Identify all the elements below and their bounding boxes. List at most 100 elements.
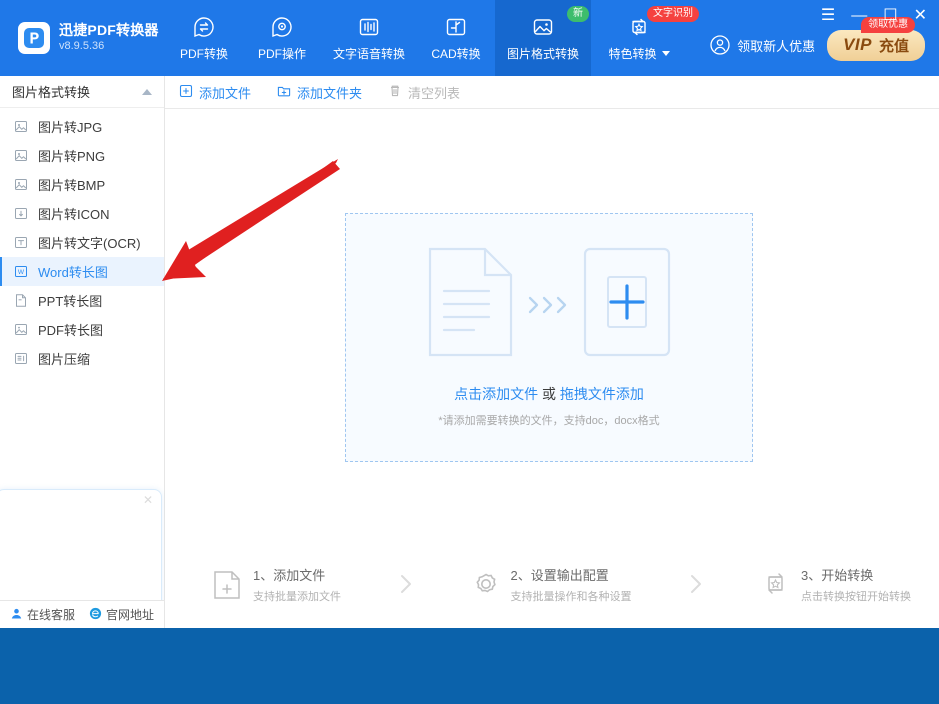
- step-separator: [341, 569, 471, 599]
- trash-icon: [388, 84, 402, 101]
- chevrons-right-icon: [525, 292, 571, 318]
- sidebar-item-label: 图片转BMP: [38, 178, 106, 193]
- user-circle-icon: [709, 34, 731, 56]
- add-folder-label: 添加文件夹: [297, 85, 363, 101]
- sidebar-item-label: PDF转长图: [38, 323, 104, 338]
- close-icon[interactable]: ✕: [914, 8, 927, 24]
- headset-user-icon: [10, 607, 23, 623]
- sidebar-promo-card[interactable]: ✕: [0, 489, 162, 612]
- sidebar-item-label: 图片转PNG: [38, 149, 106, 164]
- chevron-up-icon[interactable]: [142, 88, 152, 95]
- step-subtitle: 支持批量添加文件: [253, 590, 341, 603]
- brand-version: v8.9.5.36: [59, 39, 105, 52]
- sidebar-group-title: 图片格式转换: [12, 85, 91, 100]
- new-user-promo-button[interactable]: 领取新人优惠: [709, 34, 815, 56]
- vip-recharge-button[interactable]: VIP 充值: [827, 29, 925, 61]
- sidebar-item-label: 图片转ICON: [38, 207, 110, 222]
- clear-list-label: 清空列表: [408, 85, 461, 101]
- nav-label: CAD转换: [431, 47, 481, 61]
- nav-item-special-convert[interactable]: 文字识别 特色转换: [591, 0, 699, 76]
- convert-star-step-icon: [761, 570, 789, 598]
- clear-list-button[interactable]: 清空列表: [388, 83, 460, 102]
- plus-box-icon: [583, 247, 671, 362]
- app-body: 图片格式转换 图片转JPG 图片转PNG 图片转BMP 图片转ICON 图片转文…: [0, 76, 939, 628]
- gear-step-icon: [471, 570, 499, 598]
- nav-label: PDF转换: [179, 47, 228, 61]
- close-icon[interactable]: ✕: [143, 494, 153, 506]
- vip-word: VIP: [843, 35, 872, 54]
- sidebar-item-word-to-long-image[interactable]: W Word转长图: [0, 257, 164, 286]
- nav-label: PDF操作: [257, 47, 306, 61]
- browser-e-icon: [89, 607, 102, 623]
- application-window: 迅捷PDF转换器 v8.9.5.36 PDF转换 PDF操作 文字语音转换 CA…: [0, 0, 939, 628]
- sidebar-item-image-to-bmp[interactable]: 图片转BMP: [0, 170, 164, 199]
- waveform-icon: [356, 14, 382, 40]
- image-to-bmp-icon: [14, 177, 29, 192]
- official-website-label: 官网地址: [106, 608, 155, 622]
- chevron-down-icon: [661, 51, 670, 56]
- vip-recharge-label: 充值: [878, 37, 909, 55]
- compress-icon: [14, 351, 29, 366]
- picture-icon: [530, 14, 556, 40]
- p-logo-icon: [18, 22, 50, 54]
- step-title: 2、设置输出配置: [510, 567, 609, 583]
- add-file-step-icon: [213, 570, 241, 599]
- step-title: 3、开始转换: [801, 567, 874, 583]
- sidebar-item-label: 图片转文字(OCR): [38, 236, 141, 251]
- sidebar-item-image-to-text-ocr[interactable]: 图片转文字(OCR): [0, 228, 164, 257]
- main-nav: PDF转换 PDF操作 文字语音转换 CAD转换 新 图片格式转换 文字识别 特…: [165, 0, 699, 76]
- nav-label: 文字语音转换: [332, 47, 405, 61]
- dropzone-graphic: [428, 247, 671, 362]
- nav-item-image-format-convert[interactable]: 新 图片格式转换: [495, 0, 591, 76]
- ppt-doc-icon: [14, 293, 29, 308]
- pdf-image-icon: [14, 322, 29, 337]
- online-service-link[interactable]: 在线客服: [10, 606, 75, 623]
- dropzone-area: 点击添加文件 或 拖拽文件添加 *请添加需要转换的文件，支持doc，docx格式: [165, 109, 939, 540]
- sidebar-item-pdf-to-long-image[interactable]: PDF转长图: [0, 315, 164, 344]
- nav-label: 特色转换: [608, 45, 670, 62]
- sidebar-item-image-to-icon[interactable]: 图片转ICON: [0, 199, 164, 228]
- file-dropzone[interactable]: 点击添加文件 或 拖拽文件添加 *请添加需要转换的文件，支持doc，docx格式: [345, 213, 753, 462]
- dropzone-main-text: 点击添加文件 或 拖拽文件添加: [454, 384, 644, 404]
- sidebar-item-label: 图片转JPG: [38, 120, 103, 135]
- steps-bar: 1、添加文件 支持批量添加文件 2、设置输出配置 支持批量操作和各种设置 3、开…: [165, 540, 939, 628]
- maximize-icon[interactable]: ☐: [883, 8, 897, 24]
- nav-item-text-speech[interactable]: 文字语音转换: [321, 0, 417, 76]
- desktop-background: [0, 628, 939, 704]
- sidebar-item-ppt-to-long-image[interactable]: PPT转长图: [0, 286, 164, 315]
- nav-item-pdf-operate[interactable]: PDF操作: [243, 0, 321, 76]
- image-to-icon-icon: [14, 206, 29, 221]
- sidebar-item-image-to-jpg[interactable]: 图片转JPG: [0, 112, 164, 141]
- nav-label: 图片格式转换: [506, 47, 579, 61]
- convert-arrows-icon: [191, 14, 217, 40]
- sidebar-item-image-to-png[interactable]: 图片转PNG: [0, 141, 164, 170]
- cad-axis-icon: [443, 14, 469, 40]
- nav-item-cad-convert[interactable]: CAD转换: [417, 0, 495, 76]
- add-folder-button[interactable]: 添加文件夹: [277, 83, 362, 102]
- sidebar-item-label: 图片压缩: [38, 352, 91, 367]
- official-website-link[interactable]: 官网地址: [89, 606, 154, 623]
- toolbar: 添加文件 添加文件夹 清空列表: [165, 76, 939, 109]
- sidebar-item-label: PPT转长图: [38, 294, 103, 309]
- vip-area: 领取优惠 VIP 充值: [827, 16, 925, 61]
- step-add-file: 1、添加文件 支持批量添加文件: [213, 565, 341, 604]
- step-subtitle: 点击转换按钮开始转换: [801, 590, 911, 603]
- status-bar: 在线客服 官网地址: [0, 600, 165, 628]
- add-file-button[interactable]: 添加文件: [179, 83, 251, 102]
- new-user-promo-label: 领取新人优惠: [737, 38, 816, 54]
- menu-icon[interactable]: ☰: [821, 8, 835, 24]
- sidebar-item-image-compress[interactable]: 图片压缩: [0, 344, 164, 373]
- dropzone-click-link[interactable]: 点击添加文件: [454, 386, 538, 402]
- ocr-badge: 文字识别: [647, 6, 699, 22]
- sidebar-item-label: Word转长图: [38, 265, 108, 280]
- brand-title: 迅捷PDF转换器: [59, 22, 159, 39]
- gear-circle-icon: [269, 14, 295, 40]
- add-file-label: 添加文件: [199, 85, 252, 101]
- step-output-settings: 2、设置输出配置 支持批量操作和各种设置: [471, 565, 632, 604]
- add-folder-icon: [277, 84, 291, 101]
- minimize-icon[interactable]: —: [851, 8, 867, 24]
- window-controls: ☰ — ☐ ✕: [821, 8, 927, 24]
- new-badge: 新: [567, 6, 589, 22]
- nav-item-pdf-convert[interactable]: PDF转换: [165, 0, 243, 76]
- sidebar-group-header[interactable]: 图片格式转换: [0, 76, 164, 108]
